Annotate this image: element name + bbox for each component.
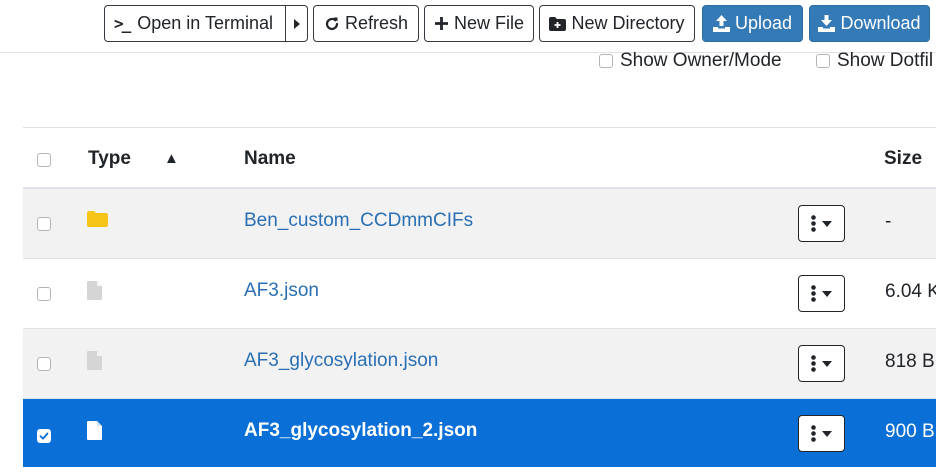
column-header-size[interactable]: Size — [884, 148, 922, 170]
file-size: 818 B — [885, 351, 935, 372]
show-owner-mode-option[interactable]: Show Owner/Mode — [599, 49, 782, 73]
caret-right-icon — [293, 18, 300, 29]
file-size: - — [885, 211, 892, 232]
upload-icon — [712, 15, 730, 32]
file-browser: >_ Open in Terminal Refresh New File New… — [0, 0, 936, 474]
table-row[interactable]: Ben_custom_CCDmmCIFs - — [23, 189, 936, 259]
show-dotfiles-option[interactable]: Show Dotfil — [816, 49, 933, 73]
caret-down-icon — [822, 220, 832, 227]
show-owner-mode-checkbox[interactable] — [599, 54, 613, 68]
download-label: Download — [840, 13, 921, 33]
show-dotfiles-checkbox[interactable] — [816, 54, 830, 68]
terminal-icon: >_ — [114, 14, 131, 33]
open-in-terminal-label: Open in Terminal — [137, 13, 274, 33]
row-actions-menu-button[interactable] — [798, 345, 845, 382]
file-name-link[interactable]: AF3_glycosylation_2.json — [244, 420, 477, 442]
file-table: Type ▲ Name Size Ben_custom_CCDmmCIFs - — [23, 127, 936, 467]
caret-down-icon — [822, 290, 832, 297]
file-icon — [87, 351, 102, 376]
upload-label: Upload — [734, 13, 793, 33]
show-owner-mode-label: Show Owner/Mode — [620, 50, 782, 71]
kebab-icon — [811, 215, 816, 232]
file-name-link[interactable]: Ben_custom_CCDmmCIFs — [244, 210, 473, 232]
column-header-name[interactable]: Name — [244, 148, 296, 170]
sort-ascending-icon[interactable]: ▲ — [164, 150, 179, 167]
new-file-button[interactable]: New File — [424, 5, 534, 42]
file-name-link[interactable]: AF3.json — [244, 280, 319, 302]
file-size: 6.04 K — [885, 281, 936, 302]
open-in-terminal-button[interactable]: >_ Open in Terminal — [104, 5, 308, 42]
caret-down-icon — [822, 360, 832, 367]
plus-icon — [434, 16, 449, 31]
row-checkbox[interactable] — [37, 357, 51, 371]
file-icon — [87, 421, 102, 446]
row-checkbox[interactable] — [37, 287, 51, 301]
refresh-label: Refresh — [344, 13, 409, 33]
download-icon — [818, 15, 836, 32]
new-file-label: New File — [453, 13, 524, 33]
file-size: 900 B — [885, 421, 935, 442]
upload-button[interactable]: Upload — [702, 5, 803, 42]
row-actions-menu-button[interactable] — [798, 205, 845, 242]
download-button[interactable]: Download — [809, 5, 930, 42]
new-directory-label: New Directory — [571, 13, 685, 33]
open-in-terminal-main[interactable]: >_ Open in Terminal — [105, 6, 285, 41]
checkmark-icon — [39, 432, 49, 440]
row-checkbox[interactable] — [37, 217, 51, 231]
row-actions-menu-button[interactable] — [798, 275, 845, 312]
table-row[interactable]: AF3_glycosylation.json 818 B — [23, 329, 936, 399]
table-header: Type ▲ Name Size — [23, 127, 936, 189]
folder-plus-icon — [549, 16, 567, 31]
refresh-icon — [324, 16, 340, 32]
table-row-selected[interactable]: AF3_glycosylation_2.json 900 B — [23, 399, 936, 467]
refresh-button[interactable]: Refresh — [313, 5, 419, 42]
kebab-icon — [811, 285, 816, 302]
kebab-icon — [811, 425, 816, 442]
file-name-link[interactable]: AF3_glycosylation.json — [244, 350, 438, 372]
show-dotfiles-label: Show Dotfil — [837, 50, 934, 71]
new-directory-button[interactable]: New Directory — [539, 5, 695, 42]
caret-down-icon — [822, 430, 832, 437]
kebab-icon — [811, 355, 816, 372]
table-row[interactable]: AF3.json 6.04 K — [23, 259, 936, 329]
terminal-dropdown-toggle[interactable] — [285, 6, 307, 41]
row-checkbox-checked[interactable] — [37, 429, 51, 443]
folder-icon — [87, 211, 108, 233]
file-icon — [87, 281, 102, 306]
column-header-type[interactable]: Type — [88, 148, 131, 170]
select-all-checkbox[interactable] — [37, 153, 51, 167]
toolbar-divider — [0, 52, 936, 53]
row-actions-menu-button[interactable] — [798, 415, 845, 452]
